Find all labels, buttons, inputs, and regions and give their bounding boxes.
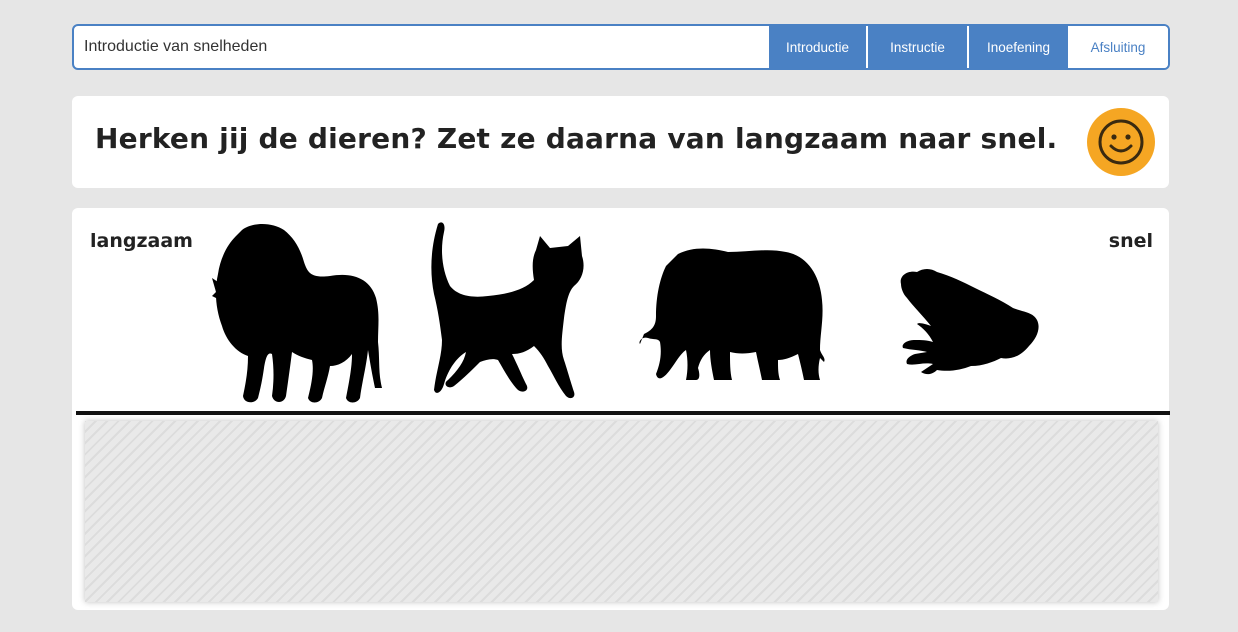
elephant-icon [639, 248, 825, 380]
question-card: Herken jij de dieren? Zet ze daarna van … [72, 96, 1169, 188]
tab-instructie[interactable]: Instructie [868, 26, 969, 68]
tab-afsluiting[interactable]: Afsluiting [1068, 26, 1168, 68]
frog-icon [900, 269, 1039, 375]
frog-card[interactable] [897, 266, 1047, 378]
exercise-card: langzaam snel [72, 208, 1170, 610]
drop-zone[interactable] [85, 421, 1158, 602]
lesson-title: Introductie van snelheden [84, 38, 268, 55]
speed-scale-line [76, 411, 1170, 415]
cat-card[interactable] [428, 220, 588, 400]
smiley-face-icon[interactable] [1087, 108, 1155, 176]
cat-icon [431, 222, 584, 399]
lion-card[interactable] [212, 222, 382, 404]
slow-label: langzaam [90, 230, 193, 252]
elephant-card[interactable] [638, 246, 828, 386]
lion-icon [212, 224, 382, 403]
tab-introductie[interactable]: Introductie [769, 26, 868, 68]
lesson-navigation-bar: Introductie van snelheden Introductie In… [72, 24, 1170, 70]
question-text: Herken jij de dieren? Zet ze daarna van … [95, 122, 1058, 155]
lesson-tabs: Introductie Instructie Inoefening Afslui… [769, 26, 1168, 68]
tab-inoefening[interactable]: Inoefening [969, 26, 1068, 68]
fast-label: snel [1108, 230, 1153, 252]
